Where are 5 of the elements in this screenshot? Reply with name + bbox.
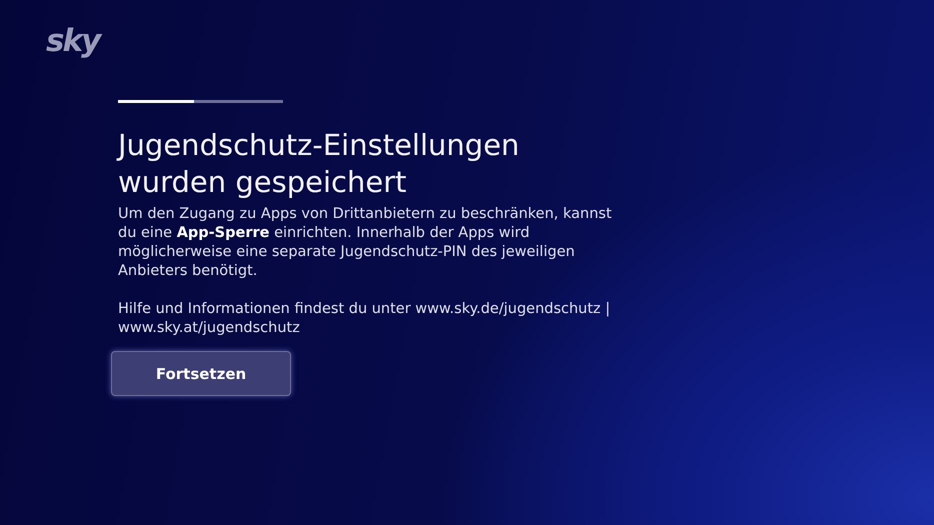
sky-logo: sky	[46, 22, 100, 60]
page-title: Jugendschutz-Einstellungen wurden gespeichert	[118, 127, 520, 201]
info-text: Um den Zugang zu Apps von Drittanbietern zu beschränken, kannst du eine App-Sperre einrichten. Innerhalb der Apps wird möglicherweise eine separate Jugendschutz-PIN des jeweiligen Anbieters benötigt.	[118, 205, 613, 281]
info-text: Hilfe und Informationen findest du unter www.sky.de/jugendschutz | www.sky.at/jugendschutz	[118, 300, 612, 338]
continue-button[interactable]: Fortsetzen	[111, 351, 291, 396]
